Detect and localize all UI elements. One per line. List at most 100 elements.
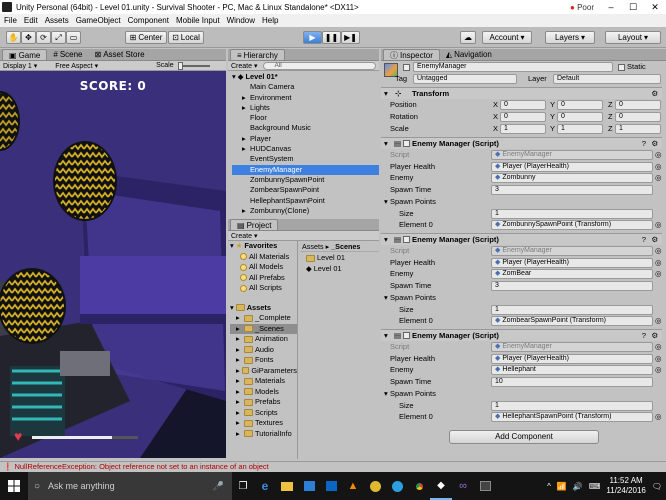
menu-file[interactable]: File	[4, 16, 17, 25]
menu-component[interactable]: Component	[128, 16, 169, 25]
tab-project[interactable]: ▤ Project	[230, 219, 279, 230]
unity-taskbar-icon[interactable]: ◆	[430, 472, 452, 500]
spawn-points-label[interactable]: Spawn Points	[390, 196, 436, 208]
tab-navigation[interactable]: ◭ Navigation	[440, 49, 498, 60]
game-viewport[interactable]: SCORE: 0 ♥	[0, 71, 226, 458]
transform-z-input[interactable]: 0	[615, 112, 661, 122]
enemy-prefab-field[interactable]: ◆ Zombunny	[491, 173, 653, 184]
tab-inspector[interactable]: ⓘ Inspector	[383, 49, 440, 60]
expand-arrow-icon[interactable]: ▸	[236, 397, 242, 408]
tab-hierarchy[interactable]: ≡ Hierarchy	[230, 49, 285, 60]
expand-arrow-icon[interactable]: ▸	[236, 429, 242, 440]
breadcrumb-assets[interactable]: Assets	[302, 242, 324, 251]
expand-arrow-icon[interactable]: ▸	[242, 103, 250, 113]
transform-y-input[interactable]: 0	[557, 100, 603, 110]
active-checkbox[interactable]	[403, 64, 410, 71]
transform-y-input[interactable]: 1	[557, 124, 603, 134]
object-name-input[interactable]: EnemyManager	[413, 62, 613, 72]
spawn-time-input[interactable]: 3	[491, 185, 653, 196]
status-bar[interactable]: ❗ NullReferenceException: Object referen…	[0, 461, 666, 472]
visual-studio-icon[interactable]: ∞	[452, 472, 474, 500]
transform-x-input[interactable]: 1	[500, 124, 546, 134]
paint-icon[interactable]	[364, 472, 386, 500]
hierarchy-item[interactable]: HellephantSpawnPoint	[232, 196, 379, 206]
transform-x-input[interactable]: 0	[500, 100, 546, 110]
layer-dropdown[interactable]: Default	[553, 74, 661, 84]
keyboard-icon[interactable]: ⌨	[589, 482, 601, 491]
expand-arrow-icon[interactable]: ▸	[236, 408, 242, 419]
scale-tool-button[interactable]: ⤢	[51, 31, 66, 44]
file-item-scene[interactable]: ◆ Level 01	[306, 264, 379, 275]
object-picker-icon[interactable]: ◎	[655, 353, 662, 365]
play-button[interactable]: ▶	[303, 31, 322, 44]
expand-icon[interactable]: ▾	[384, 388, 388, 400]
asset-folder-item[interactable]: ▸ Audio	[230, 345, 297, 356]
spawn-points-size-input[interactable]: 1	[491, 304, 653, 315]
transform-y-input[interactable]: 0	[557, 112, 603, 122]
store-icon[interactable]	[298, 472, 320, 500]
hierarchy-create-dropdown[interactable]: Create ▾	[231, 62, 257, 70]
assets-expand-icon[interactable]: ▾	[230, 303, 234, 314]
menu-window[interactable]: Window	[227, 16, 255, 25]
enemy-manager-header[interactable]: ▾ ▤ Enemy Manager (Script)? ⚙	[381, 329, 662, 341]
object-picker-icon[interactable]: ◎	[655, 219, 662, 231]
hierarchy-item[interactable]: Main Camera	[232, 82, 379, 92]
tab-game[interactable]: ▣ Game	[2, 49, 48, 60]
cloud-button[interactable]: ☁	[460, 31, 476, 44]
object-picker-icon[interactable]: ◎	[655, 172, 662, 184]
chrome-icon[interactable]	[408, 472, 430, 500]
menu-gameobject[interactable]: GameObject	[76, 16, 121, 25]
network-status[interactable]: ● Poor	[570, 3, 594, 12]
hierarchy-item[interactable]: ▸ HUDCanvas	[232, 144, 379, 154]
add-component-button[interactable]: Add Component	[449, 430, 599, 444]
tab-scene[interactable]: # Scene	[47, 49, 88, 60]
asset-folder-item[interactable]: ▸ _Complete	[230, 313, 297, 324]
scene-expand-icon[interactable]: ▾	[232, 72, 236, 81]
cortana-search-box[interactable]: ○ Ask me anything 🎤	[28, 472, 232, 500]
file-item-folder[interactable]: Level 01	[306, 253, 379, 264]
expand-arrow-icon[interactable]: ▸	[242, 206, 250, 216]
static-checkbox[interactable]	[618, 64, 625, 71]
hierarchy-item[interactable]: ZombunnySpawnPoint	[232, 175, 379, 185]
pivot-toggle[interactable]: ⊞ Center	[125, 31, 167, 44]
spawn-point-element-field[interactable]: ◆ ZombearSpawnPoint (Transform)	[491, 316, 653, 327]
enemy-prefab-field[interactable]: ◆ Hellephant	[491, 365, 653, 376]
transform-z-input[interactable]: 0	[615, 100, 661, 110]
hierarchy-item[interactable]: ▸ Environment	[232, 93, 379, 103]
favorite-item[interactable]: All Prefabs	[230, 273, 297, 284]
expand-arrow-icon[interactable]: ▸	[242, 144, 250, 154]
expand-arrow-icon[interactable]: ▸	[236, 324, 242, 335]
vlc-icon[interactable]: ▲	[342, 472, 364, 500]
enemy-prefab-field[interactable]: ◆ ZomBear	[491, 269, 653, 280]
object-picker-icon[interactable]: ◎	[655, 315, 662, 327]
action-center-icon[interactable]: 🗨	[652, 482, 662, 491]
breadcrumb-scenes[interactable]: _Scenes	[331, 242, 360, 251]
file-explorer-icon[interactable]	[276, 472, 298, 500]
tag-dropdown[interactable]: Untagged	[413, 74, 517, 84]
app-icon[interactable]	[474, 472, 496, 500]
move-tool-button[interactable]: ✥	[21, 31, 36, 44]
expand-icon[interactable]: ▾	[384, 196, 388, 208]
volume-icon[interactable]: 🔊	[573, 482, 583, 491]
hierarchy-item[interactable]: ▸ Lights	[232, 103, 379, 113]
step-button[interactable]: ▶❚	[341, 31, 360, 44]
hierarchy-item[interactable]: Floor	[232, 113, 379, 123]
player-health-field[interactable]: ◆ Player (PlayerHealth)	[491, 257, 653, 268]
menu-edit[interactable]: Edit	[24, 16, 38, 25]
player-health-field[interactable]: ◆ Player (PlayerHealth)	[491, 353, 653, 364]
component-enabled-checkbox[interactable]	[403, 332, 410, 339]
layers-dropdown[interactable]: Layers ▾	[545, 31, 595, 44]
spawn-point-element-field[interactable]: ◆ ZombunnySpawnPoint (Transform)	[491, 220, 653, 231]
object-picker-icon[interactable]: ◎	[655, 161, 662, 173]
tab-asset-store[interactable]: ⊠ Asset Store	[89, 49, 151, 60]
start-button[interactable]	[0, 472, 28, 500]
hierarchy-search-input[interactable]: All	[263, 61, 376, 70]
expand-arrow-icon[interactable]: ▸	[236, 376, 242, 387]
object-picker-icon[interactable]: ◎	[655, 245, 662, 257]
edge-icon[interactable]: e	[254, 472, 276, 500]
expand-arrow-icon[interactable]: ▸	[242, 93, 250, 103]
enemy-manager-header[interactable]: ▾ ▤ Enemy Manager (Script)? ⚙	[381, 137, 662, 149]
player-health-field[interactable]: ◆ Player (PlayerHealth)	[491, 161, 653, 172]
expand-arrow-icon[interactable]: ▸	[236, 387, 242, 398]
hierarchy-item[interactable]: EventSystem	[232, 154, 379, 164]
